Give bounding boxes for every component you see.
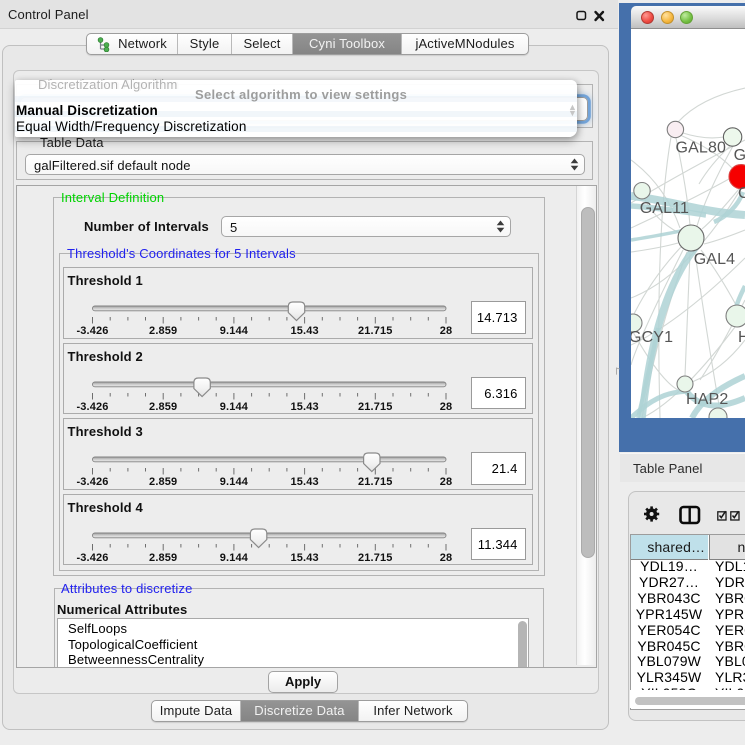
svg-text:GA: GA	[734, 147, 745, 164]
svg-text:21.715: 21.715	[358, 325, 393, 337]
svg-text:21.715: 21.715	[358, 401, 393, 413]
svg-text:28: 28	[439, 401, 452, 413]
svg-text:2.859: 2.859	[149, 476, 177, 488]
svg-text:2.859: 2.859	[149, 552, 177, 564]
svg-text:15.43: 15.43	[290, 476, 318, 488]
svg-text:2.859: 2.859	[149, 401, 177, 413]
svg-text:-3.426: -3.426	[76, 325, 108, 337]
svg-text:9.144: 9.144	[219, 401, 248, 413]
svg-text:-3.426: -3.426	[76, 552, 108, 564]
svg-text:9.144: 9.144	[219, 552, 248, 564]
svg-text:HAP2: HAP2	[686, 391, 728, 408]
svg-text:9.144: 9.144	[219, 325, 248, 337]
svg-text:15.43: 15.43	[290, 401, 318, 413]
svg-text:GCY1: GCY1	[631, 329, 673, 346]
svg-text:21.715: 21.715	[358, 476, 393, 488]
svg-text:GAL11: GAL11	[640, 200, 689, 217]
svg-text:GAL80: GAL80	[676, 140, 727, 157]
svg-text:H: H	[738, 329, 745, 346]
svg-text:28: 28	[439, 552, 452, 564]
svg-text:GAL4: GAL4	[694, 251, 736, 268]
svg-text:28: 28	[439, 476, 452, 488]
svg-text:-3.426: -3.426	[76, 476, 108, 488]
svg-text:15.43: 15.43	[290, 325, 318, 337]
svg-text:9.144: 9.144	[219, 476, 248, 488]
svg-text:28: 28	[439, 325, 452, 337]
svg-text:C: C	[738, 185, 745, 202]
svg-text:21.715: 21.715	[358, 552, 393, 564]
svg-text:-3.426: -3.426	[76, 401, 108, 413]
svg-text:15.43: 15.43	[290, 552, 318, 564]
svg-text:2.859: 2.859	[149, 325, 177, 337]
